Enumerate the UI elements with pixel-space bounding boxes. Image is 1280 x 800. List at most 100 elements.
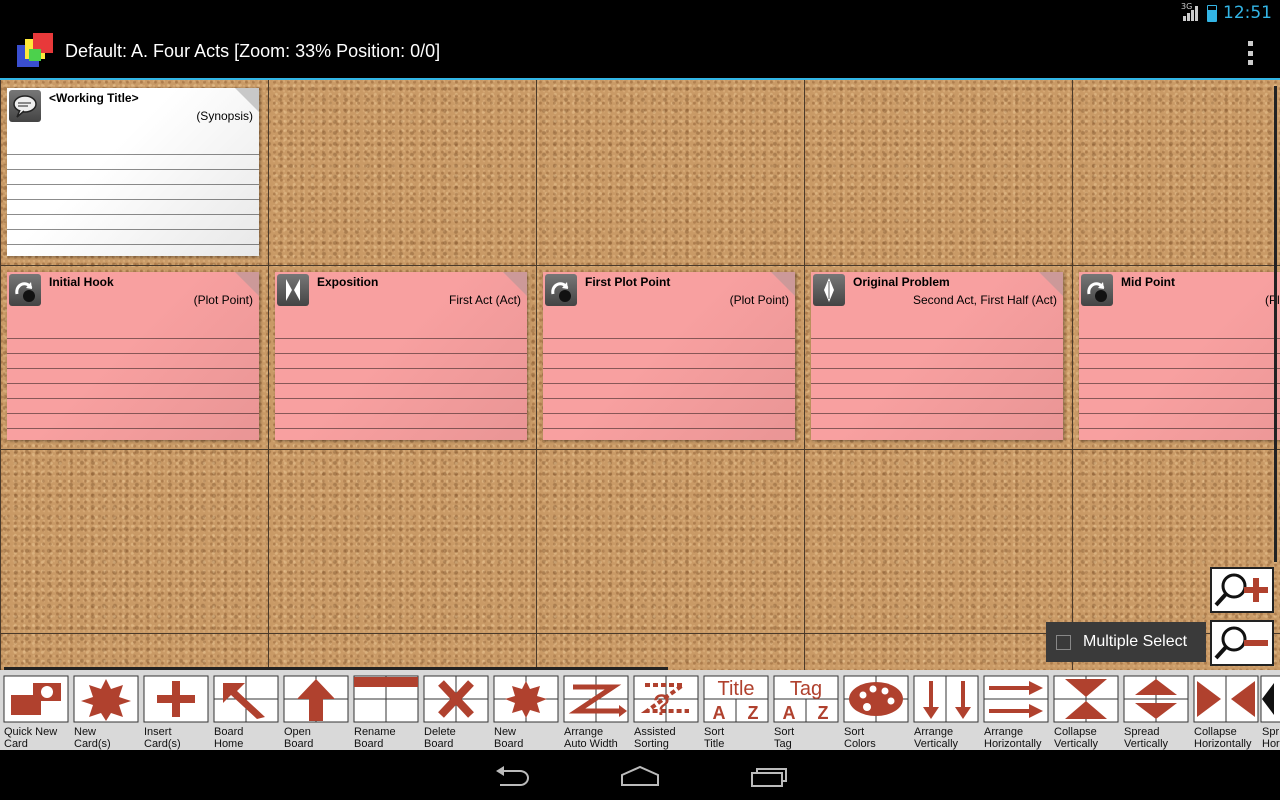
rename-board-button[interactable]: Rename Board <box>350 670 420 750</box>
svg-text:A: A <box>713 703 726 723</box>
hook-icon <box>1081 274 1113 306</box>
sort-colors-button[interactable]: Sort Colors <box>840 670 910 750</box>
spread-horizontally-icon <box>1260 675 1280 723</box>
assisted-sorting-icon: ? <box>633 675 699 723</box>
arrange-horizontally-button[interactable]: Arrange Horizontally <box>980 670 1050 750</box>
grid-line <box>268 80 269 670</box>
arrange-vertically-button[interactable]: Arrange Vertically <box>910 670 980 750</box>
svg-text:A: A <box>783 703 796 723</box>
system-nav-bar <box>0 750 1280 800</box>
zoom-out-icon <box>1214 626 1268 660</box>
new-card-icon <box>73 675 139 723</box>
card-subtitle: (Plot Point) <box>729 293 789 307</box>
card-subtitle: (Synopsis) <box>196 109 253 123</box>
delete-board-icon <box>423 675 489 723</box>
grid-line <box>0 449 1280 450</box>
card-title: Initial Hook <box>49 275 114 289</box>
board-home-icon <box>213 675 279 723</box>
spread-vertically-icon <box>1123 675 1189 723</box>
rename-board-icon <box>353 675 419 723</box>
svg-text:?: ? <box>653 689 670 722</box>
arrange-horizontally-icon <box>983 675 1049 723</box>
sort-tag-icon: Tag A Z <box>773 675 839 723</box>
open-board-button[interactable]: Open Board <box>280 670 350 750</box>
card-title: <Working Title> <box>49 91 139 105</box>
card-exposition[interactable]: Exposition First Act (Act) <box>275 272 527 440</box>
card-subtitle: Second Act, First Half (Act) <box>912 293 1057 307</box>
arrange-auto-width-icon <box>563 675 629 723</box>
card-title: Original Problem <box>853 275 950 289</box>
cork-board[interactable]: <Working Title> (Synopsis) Initial Hook … <box>0 80 1280 670</box>
spread-vertically-button[interactable]: Spread Vertically <box>1120 670 1190 750</box>
status-bar: 3G 12:51 <box>0 0 1280 25</box>
card-mid-point[interactable]: Mid Point (Plot Point) <box>1079 272 1280 440</box>
card-title: Mid Point <box>1121 275 1175 289</box>
svg-text:Tag: Tag <box>790 678 822 700</box>
signal-icon: 3G <box>1181 2 1201 21</box>
speech-bubble-icon <box>9 90 41 122</box>
multiple-select-toggle[interactable]: Multiple Select <box>1046 622 1206 662</box>
act-icon <box>277 274 309 306</box>
collapse-vertically-icon <box>1053 675 1119 723</box>
insert-card-icon <box>143 675 209 723</box>
card-ruled-lines <box>811 324 1063 440</box>
hook-icon <box>545 274 577 306</box>
svg-text:Z: Z <box>748 703 759 723</box>
spread-horizontally-button[interactable]: Spr Hor <box>1260 670 1280 750</box>
card-ruled-lines <box>1079 324 1280 440</box>
quick-new-card-icon <box>3 675 69 723</box>
svg-text:Z: Z <box>818 703 829 723</box>
grid-line <box>0 80 1 670</box>
card-subtitle: First Act (Act) <box>449 293 521 307</box>
status-icons: 3G 12:51 <box>1181 2 1272 23</box>
assisted-sorting-button[interactable]: ? Assisted Sorting <box>630 670 700 750</box>
new-board-button[interactable]: New Board <box>490 670 560 750</box>
hook-icon <box>9 274 41 306</box>
multiple-select-checkbox[interactable] <box>1056 634 1071 650</box>
card-ruled-lines <box>543 324 795 440</box>
card-initial-hook[interactable]: Initial Hook (Plot Point) <box>7 272 259 440</box>
sort-tag-button[interactable]: Tag A Z Sort Tag <box>770 670 840 750</box>
card-subtitle: (Plot Point) <box>193 293 253 307</box>
card-ruled-lines <box>275 324 527 440</box>
back-icon[interactable] <box>494 765 530 787</box>
card-original-problem[interactable]: Original Problem Second Act, First Half … <box>811 272 1063 440</box>
card-title: First Plot Point <box>585 275 671 289</box>
sort-title-icon: Title A Z <box>703 675 769 723</box>
quick-new-card-button[interactable]: Quick New Card <box>0 670 70 750</box>
multiple-select-label: Multiple Select <box>1083 633 1188 650</box>
card-title: Exposition <box>317 275 379 289</box>
overflow-menu-icon[interactable] <box>1248 41 1254 65</box>
collapse-vertically-button[interactable]: Collapse Vertically <box>1050 670 1120 750</box>
recent-apps-icon[interactable] <box>750 765 788 787</box>
action-bar: Default: A. Four Acts [Zoom: 33% Positio… <box>0 25 1280 80</box>
card-working-title[interactable]: <Working Title> (Synopsis) <box>7 88 259 256</box>
home-icon[interactable] <box>620 765 660 787</box>
zoom-in-icon <box>1214 573 1268 607</box>
collapse-horizontally-button[interactable]: Collapse Horizontally <box>1190 670 1260 750</box>
delete-board-button[interactable]: Delete Board <box>420 670 490 750</box>
zoom-in-button[interactable] <box>1210 567 1274 613</box>
insert-cards-button[interactable]: Insert Card(s) <box>140 670 210 750</box>
new-board-icon <box>493 675 559 723</box>
collapse-horizontally-icon <box>1193 675 1259 723</box>
grid-line <box>804 80 805 670</box>
arrange-auto-width-button[interactable]: Arrange Auto Width <box>560 670 630 750</box>
arrange-vertically-icon <box>913 675 979 723</box>
vertical-scrollbar[interactable] <box>1274 86 1277 562</box>
bottom-toolbar: Quick New Card New Card(s) Insert Card(s) B… <box>0 670 1280 750</box>
new-cards-button[interactable]: New Card(s) <box>70 670 140 750</box>
card-first-plot-point[interactable]: First Plot Point (Plot Point) <box>543 272 795 440</box>
grid-line <box>0 265 1280 266</box>
zoom-out-button[interactable] <box>1210 620 1274 666</box>
clock: 12:51 <box>1223 3 1272 23</box>
battery-icon <box>1207 4 1217 22</box>
grid-line <box>536 80 537 670</box>
sort-colors-icon <box>843 675 909 723</box>
card-ruled-lines <box>7 140 259 256</box>
card-ruled-lines <box>7 324 259 440</box>
app-logo-icon[interactable] <box>15 31 57 73</box>
network-type: 3G <box>1181 2 1193 11</box>
board-home-button[interactable]: Board Home <box>210 670 280 750</box>
sort-title-button[interactable]: Title A Z Sort Title <box>700 670 770 750</box>
